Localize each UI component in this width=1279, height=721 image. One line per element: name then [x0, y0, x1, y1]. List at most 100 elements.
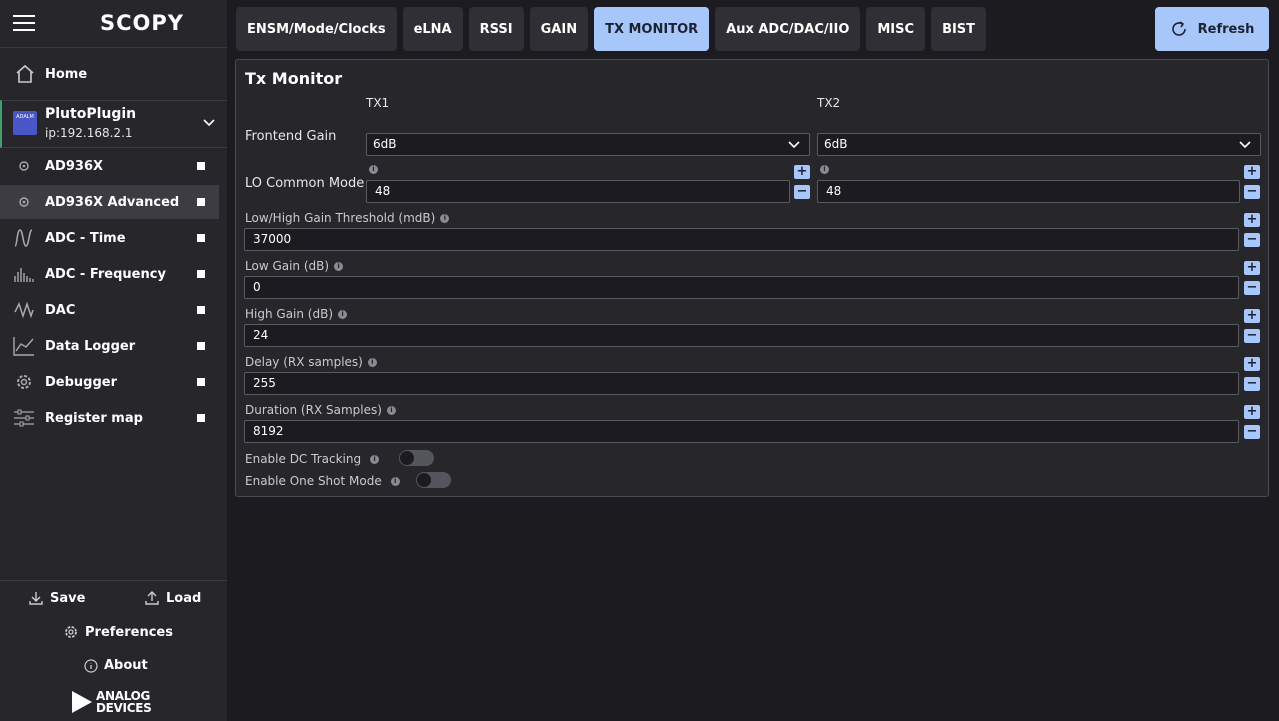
save-label: Save — [50, 590, 86, 606]
chevron-down-icon — [788, 141, 800, 149]
lo-common-mode-tx1-input[interactable]: 48 — [366, 180, 790, 203]
sidebar-item-label: ADC - Frequency — [45, 266, 166, 282]
about-button[interactable]: About — [84, 658, 148, 673]
preferences-button[interactable]: Preferences — [63, 624, 173, 640]
delay-increment-button[interactable]: + — [1244, 357, 1260, 371]
about-label: About — [104, 658, 148, 673]
sidebar-item-debugger[interactable]: Debugger — [0, 365, 219, 399]
frontend-gain-tx1-select[interactable]: 6dB — [366, 133, 810, 156]
preferences-label: Preferences — [85, 624, 173, 640]
gear-icon — [12, 155, 36, 177]
tab-bar: ENSM/Mode/Clocks eLNA RSSI GAIN TX MONIT… — [236, 7, 992, 51]
line-chart-icon — [12, 335, 36, 357]
tab-tx-monitor[interactable]: TX MONITOR — [594, 7, 710, 51]
status-indicator — [197, 198, 205, 206]
spectrum-icon — [12, 263, 36, 285]
low-gain-decrement-button[interactable]: − — [1244, 281, 1260, 295]
lo-common-mode-tx2-input[interactable]: 48 — [817, 180, 1240, 203]
status-indicator — [197, 234, 205, 242]
threshold-decrement-button[interactable]: − — [1244, 233, 1260, 247]
sidebar-item-label: Register map — [45, 410, 143, 426]
save-button[interactable]: Save — [28, 590, 85, 606]
high-gain-label: High Gain (dB) i — [245, 307, 348, 321]
sidebar-item-adc-time[interactable]: ADC - Time — [0, 221, 219, 255]
refresh-icon — [1171, 21, 1186, 36]
delay-decrement-button[interactable]: − — [1244, 377, 1260, 391]
field-label: Low/High Gain Threshold (mdB) — [245, 211, 436, 225]
field-label: Low Gain (dB) — [245, 259, 330, 273]
sidebar-item-label: Data Logger — [45, 338, 136, 354]
app-logo: SCOPY — [100, 11, 184, 35]
sidebar-header: SCOPY — [0, 0, 227, 48]
low-gain-increment-button[interactable]: + — [1244, 261, 1260, 275]
sidebar-item-label: DAC — [45, 302, 76, 318]
tab-gain[interactable]: GAIN — [529, 7, 589, 51]
info-icon: i — [334, 261, 344, 271]
lo-tx1-increment-button[interactable]: + — [794, 165, 810, 179]
dc-tracking-toggle[interactable] — [399, 450, 434, 466]
duration-increment-button[interactable]: + — [1244, 405, 1260, 419]
sidebar-item-home[interactable]: Home — [0, 56, 227, 92]
frontend-gain-tx2-select[interactable]: 6dB — [817, 133, 1261, 156]
high-gain-increment-button[interactable]: + — [1244, 309, 1260, 323]
tab-elna[interactable]: eLNA — [402, 7, 463, 51]
low-gain-label: Low Gain (dB) i — [245, 259, 344, 273]
adi-triangle-icon — [72, 691, 92, 713]
sidebar-footer: Save Load Preferences About ANALOG DEVIC… — [0, 580, 227, 721]
delay-input[interactable]: 255 — [244, 372, 1239, 395]
status-indicator — [197, 414, 205, 422]
status-indicator — [197, 306, 205, 314]
sidebar-item-data-logger[interactable]: Data Logger — [0, 329, 219, 363]
lo-tx2-decrement-button[interactable]: − — [1244, 185, 1260, 199]
sidebar: SCOPY Home ADALM PlutoPlugin ip:192.168.… — [0, 0, 227, 721]
info-icon: i — [820, 165, 829, 174]
lo-tx1-decrement-button[interactable]: − — [794, 185, 810, 199]
sliders-icon — [12, 407, 36, 429]
sidebar-item-label: Debugger — [45, 374, 118, 390]
sidebar-item-ad936x[interactable]: AD936X — [0, 149, 219, 183]
tab-rssi[interactable]: RSSI — [468, 7, 524, 51]
sidebar-item-ad936x-advanced[interactable]: AD936X Advanced — [0, 185, 219, 219]
time-wave-icon — [12, 227, 36, 249]
info-icon: i — [369, 165, 378, 174]
gear-icon — [65, 626, 77, 638]
threshold-increment-button[interactable]: + — [1244, 213, 1260, 227]
refresh-button[interactable]: Refresh — [1155, 7, 1269, 51]
chevron-down-icon — [1239, 141, 1251, 149]
sidebar-item-label: AD936X Advanced — [45, 194, 180, 210]
tx-monitor-panel: Tx Monitor TX1 TX2 Frontend Gain 6dB 6dB… — [235, 59, 1269, 497]
tab-ensm-mode-clocks[interactable]: ENSM/Mode/Clocks — [236, 7, 397, 51]
gear-icon — [12, 191, 36, 213]
load-button[interactable]: Load — [144, 590, 201, 606]
sidebar-item-register-map[interactable]: Register map — [0, 401, 219, 435]
field-label: Duration (RX Samples) — [245, 403, 382, 417]
download-icon — [29, 592, 43, 605]
duration-input[interactable]: 8192 — [244, 420, 1239, 443]
lo-common-mode-label: LO Common Mode — [245, 176, 365, 191]
tab-misc[interactable]: MISC — [866, 7, 926, 51]
frontend-gain-label: Frontend Gain — [245, 129, 337, 144]
chevron-down-icon[interactable] — [201, 115, 217, 131]
delay-label: Delay (RX samples) i — [245, 355, 377, 369]
tab-bist[interactable]: BIST — [931, 7, 987, 51]
one-shot-toggle[interactable] — [416, 472, 451, 488]
info-icon: i — [338, 309, 348, 319]
tab-aux-adc-dac-iio[interactable]: Aux ADC/DAC/IIO — [715, 7, 861, 51]
low-gain-input[interactable]: 0 — [244, 276, 1239, 299]
lo-tx2-increment-button[interactable]: + — [1244, 165, 1260, 179]
device-uri: ip:192.168.2.1 — [45, 126, 133, 140]
info-icon: i — [370, 454, 380, 464]
sidebar-item-dac[interactable]: DAC — [0, 293, 219, 327]
sidebar-item-adc-frequency[interactable]: ADC - Frequency — [0, 257, 219, 291]
menu-icon[interactable] — [13, 15, 35, 31]
info-icon: i — [440, 213, 450, 223]
device-item[interactable]: ADALM PlutoPlugin ip:192.168.2.1 — [0, 100, 227, 148]
threshold-input[interactable]: 37000 — [244, 228, 1239, 251]
sidebar-item-label: Home — [45, 66, 88, 82]
high-gain-input[interactable]: 24 — [244, 324, 1239, 347]
status-indicator — [197, 378, 205, 386]
toggle-label: Enable DC Tracking — [245, 452, 362, 466]
select-value: 6dB — [824, 137, 848, 151]
duration-decrement-button[interactable]: − — [1244, 425, 1260, 439]
high-gain-decrement-button[interactable]: − — [1244, 329, 1260, 343]
